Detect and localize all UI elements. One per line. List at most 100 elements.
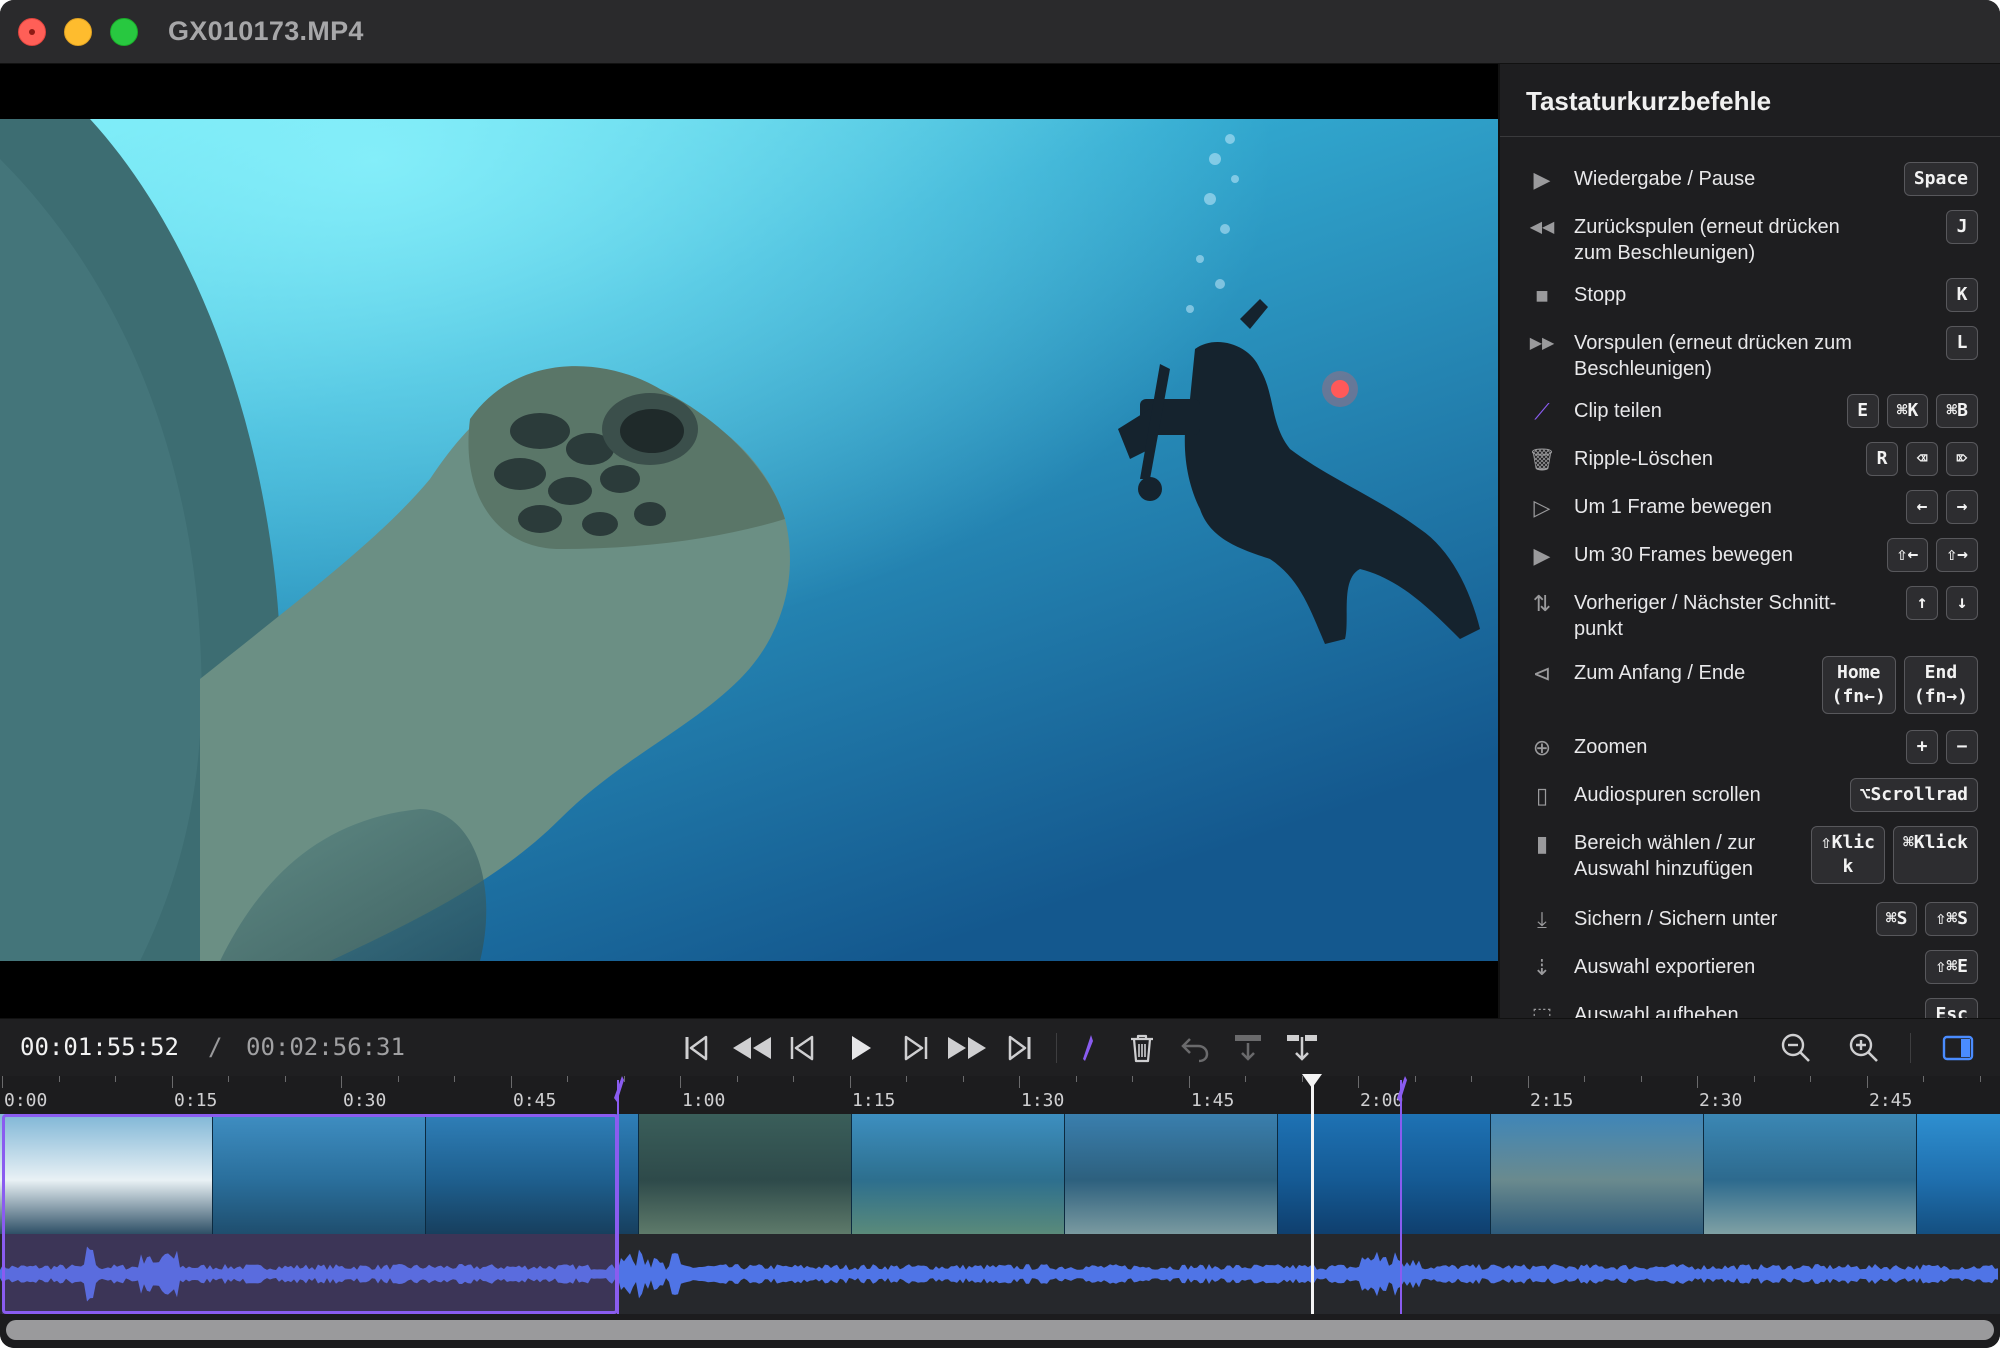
shortcut-keys: ⌘S ⇧⌘S bbox=[1875, 902, 1978, 936]
shortcut-keys: J bbox=[1946, 210, 1978, 244]
video-frame bbox=[0, 119, 1498, 961]
key-cap: ↓ bbox=[1946, 586, 1978, 620]
key-cap: ⇧⌘S bbox=[1925, 902, 1978, 936]
ruler-tick bbox=[1528, 1076, 1529, 1088]
ruler-tick bbox=[511, 1076, 512, 1088]
stop-icon: ■ bbox=[1535, 283, 1549, 308]
ruler-tick bbox=[1697, 1076, 1698, 1088]
cut-marker[interactable] bbox=[1397, 1076, 1407, 1102]
key-cap: R bbox=[1866, 442, 1898, 476]
minimize-window-button[interactable] bbox=[64, 18, 92, 46]
shortcut-keys: ⌥Scrollrad bbox=[1849, 778, 1978, 812]
cut-marker[interactable] bbox=[614, 1076, 624, 1102]
filmstrip-thumbnail bbox=[1065, 1114, 1278, 1234]
transport-bar: 00:01:55:52 / 00:02:56:31 bbox=[0, 1018, 2000, 1076]
ruler-minor-tick bbox=[1810, 1076, 1811, 1082]
delete-button[interactable] bbox=[1122, 1029, 1162, 1067]
video-preview[interactable] bbox=[0, 64, 1498, 1018]
ruler-minor-tick bbox=[1245, 1076, 1246, 1082]
ruler-minor-tick bbox=[285, 1076, 286, 1082]
shortcut-keys: ↑ ↓ bbox=[1906, 586, 1978, 620]
toggle-sidebar-button[interactable] bbox=[1938, 1029, 1978, 1067]
video-track[interactable] bbox=[0, 1114, 2000, 1234]
ruler-label: 2:30 bbox=[1699, 1090, 1743, 1111]
shortcut-keys: ⇧Klic k ⌘Klick bbox=[1810, 826, 1978, 884]
frame-back-button[interactable] bbox=[783, 1029, 823, 1067]
key-cap: ⌘B bbox=[1936, 394, 1978, 428]
split-clip-icon bbox=[1083, 1035, 1093, 1061]
current-timecode: 00:01:55:52 bbox=[20, 1033, 179, 1061]
scrollbar-thumb[interactable] bbox=[6, 1320, 1994, 1340]
shortcut-label: Audiospuren scrollen bbox=[1574, 784, 1761, 806]
frame-back-icon bbox=[790, 1035, 814, 1061]
zoom-out-button[interactable] bbox=[1776, 1029, 1816, 1067]
ruler-label: 0:30 bbox=[343, 1090, 387, 1111]
ruler-label: 1:15 bbox=[852, 1090, 896, 1111]
ruler-tick bbox=[172, 1076, 173, 1088]
export-all-button[interactable] bbox=[1282, 1029, 1322, 1067]
playhead[interactable] bbox=[1311, 1076, 1314, 1314]
shortcut-label: Um 1 Frame bewegen bbox=[1574, 496, 1772, 518]
shortcut-label: Bereich wählen / zur Auswahl hinzufügen bbox=[1574, 832, 1756, 880]
fast-forward-button[interactable] bbox=[944, 1029, 992, 1067]
zoom-window-button[interactable] bbox=[110, 18, 138, 46]
frame-forward-button[interactable] bbox=[895, 1029, 935, 1067]
ruler-minor-tick bbox=[1584, 1076, 1585, 1082]
ruler-label: 0:15 bbox=[174, 1090, 218, 1111]
key-cap: ⌘S bbox=[1875, 902, 1918, 936]
shortcut-label: Zum Anfang / Ende bbox=[1574, 662, 1746, 684]
shortcut-keys: L bbox=[1946, 326, 1978, 360]
mouse-click-icon: ▮ bbox=[1535, 831, 1549, 856]
play-icon bbox=[852, 1036, 871, 1060]
shortcut-keys: K bbox=[1946, 278, 1978, 312]
close-window-button[interactable] bbox=[18, 18, 46, 46]
skip-to-start-icon: ⊲ bbox=[1532, 661, 1552, 686]
ruler-minor-tick bbox=[1415, 1076, 1416, 1082]
rewind-button[interactable] bbox=[727, 1029, 775, 1067]
trash-icon: 🗑 bbox=[1528, 447, 1556, 472]
split-clip-button[interactable] bbox=[1068, 1029, 1108, 1067]
shortcut-keys: R ⌫ ⌦ bbox=[1866, 442, 1978, 476]
shortcut-label: Vorheriger / Nächster Schnitt-punkt bbox=[1574, 592, 1837, 640]
key-cap: K bbox=[1946, 278, 1978, 312]
timeline-scrollbar[interactable] bbox=[0, 1314, 2000, 1348]
up-down-arrows-icon: ⇅ bbox=[1532, 591, 1552, 616]
shortcut-keys: Esc bbox=[1925, 998, 1978, 1018]
shortcut-label: Zoomen bbox=[1574, 736, 1648, 758]
ruler-label: 2:15 bbox=[1530, 1090, 1574, 1111]
ruler-label: 1:45 bbox=[1191, 1090, 1235, 1111]
skip-to-start-button[interactable] bbox=[676, 1029, 716, 1067]
play-button[interactable] bbox=[840, 1029, 880, 1067]
trash-icon bbox=[1131, 1034, 1153, 1063]
export-icon: ⇣ bbox=[1532, 955, 1552, 980]
key-cap: End (fn→) bbox=[1903, 656, 1978, 714]
export-selection-button[interactable] bbox=[1228, 1029, 1268, 1067]
ruler-label: 0:45 bbox=[513, 1090, 557, 1111]
skip-to-end-button[interactable] bbox=[1000, 1029, 1040, 1067]
ruler-minor-tick bbox=[793, 1076, 794, 1082]
export-split-icon bbox=[1287, 1035, 1317, 1061]
window-title: GX010173.MP4 bbox=[168, 16, 364, 46]
frame-step-icon: ▷ bbox=[1533, 495, 1551, 520]
zoom-in-button[interactable] bbox=[1844, 1029, 1884, 1067]
timeline-ruler[interactable]: 0:00 0:15 0:30 0:45 1:00 1:15 1:30 1:45 2:00 2:15… bbox=[0, 1076, 2000, 1114]
playhead-handle[interactable] bbox=[1302, 1074, 1322, 1088]
ruler-minor-tick bbox=[1980, 1076, 1981, 1082]
deselect-icon: ⬚ bbox=[1531, 1003, 1553, 1018]
key-cap: Home (fn←) bbox=[1821, 656, 1896, 714]
cut-marker-line bbox=[1400, 1080, 1402, 1314]
ruler-minor-tick bbox=[906, 1076, 907, 1082]
shortcut-label: Sichern / Sichern unter bbox=[1574, 908, 1778, 930]
timecode-separator: / bbox=[208, 1033, 223, 1061]
app-window: GX010173.MP4 Tastaturkurzbefehle ▶ Wiede… bbox=[0, 0, 2000, 1348]
undo-button[interactable] bbox=[1175, 1029, 1215, 1067]
shortcut-label: Ripple-Löschen bbox=[1574, 448, 1713, 470]
filmstrip-thumbnail bbox=[0, 1114, 213, 1234]
ruler-tick bbox=[680, 1076, 681, 1088]
ruler-label: 1:30 bbox=[1021, 1090, 1065, 1111]
export-icon bbox=[1235, 1035, 1261, 1061]
rewind-icon: ◀◀ bbox=[1529, 219, 1555, 236]
key-cap: − bbox=[1946, 730, 1978, 764]
filmstrip-thumbnail bbox=[639, 1114, 852, 1234]
frame-forward-icon bbox=[904, 1035, 928, 1061]
